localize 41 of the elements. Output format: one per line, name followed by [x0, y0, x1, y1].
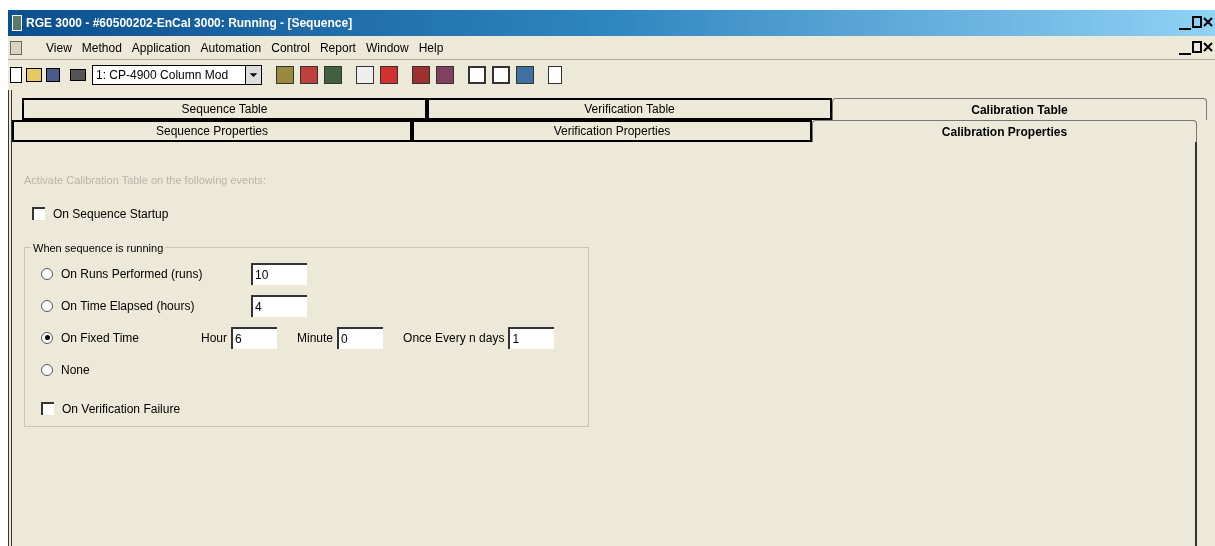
tab[interactable]: Sequence Table — [22, 98, 427, 120]
tab[interactable]: Sequence Properties — [12, 120, 412, 142]
input-field[interactable]: 4 — [251, 294, 307, 317]
field-label: Once Every n days — [403, 329, 505, 347]
menu-item[interactable]: Window — [365, 38, 409, 57]
tab[interactable]: Verification Properties — [412, 120, 812, 142]
window-title: RGE 3000 - #60500202-EnCal 3000: Running - [Sequence] — [26, 15, 353, 32]
menu-item[interactable]: Control — [271, 38, 310, 57]
method-select[interactable]: 1: CP-4900 Column Mod — [92, 65, 262, 85]
restore-icon[interactable] — [1192, 16, 1202, 28]
field-label: Hour — [201, 329, 227, 347]
tab[interactable]: Calibration Table — [832, 98, 1207, 120]
input-field[interactable]: 10 — [251, 262, 307, 285]
input-field[interactable]: 1 — [508, 326, 555, 349]
menu-item[interactable]: View — [46, 38, 72, 57]
option-label: On Runs Performed (runs) — [61, 265, 203, 283]
checkbox[interactable] — [32, 207, 45, 220]
restore-icon[interactable] — [1192, 40, 1202, 53]
checkbox-label: On Verification Failure — [62, 400, 181, 418]
field-label: Minute — [297, 329, 334, 347]
input-field[interactable]: 6 — [231, 326, 277, 349]
option-label: On Time Elapsed (hours) — [61, 297, 195, 315]
radio-button[interactable] — [41, 299, 53, 312]
menu-item[interactable]: Method — [81, 38, 122, 57]
tab[interactable]: Verification Table — [427, 98, 832, 120]
tab[interactable]: Calibration Properties — [812, 120, 1197, 142]
option-label: On Fixed Time — [61, 329, 140, 347]
checkbox-label: On Sequence Startup — [53, 205, 169, 223]
menu-item[interactable]: Automation — [200, 38, 262, 57]
menu-item[interactable]: Report — [319, 38, 356, 57]
option-label: None — [61, 361, 90, 379]
radio-button[interactable] — [41, 267, 53, 280]
close-icon[interactable] — [1203, 40, 1213, 53]
dropdown-icon[interactable] — [245, 66, 261, 84]
radio-button[interactable] — [41, 331, 53, 344]
checkbox[interactable] — [41, 402, 54, 415]
close-icon[interactable] — [1203, 16, 1213, 28]
input-field[interactable]: 0 — [337, 326, 384, 349]
menu-item[interactable]: Application — [131, 38, 191, 57]
menu-item[interactable]: Help — [418, 38, 444, 57]
radio-button[interactable] — [41, 363, 53, 376]
